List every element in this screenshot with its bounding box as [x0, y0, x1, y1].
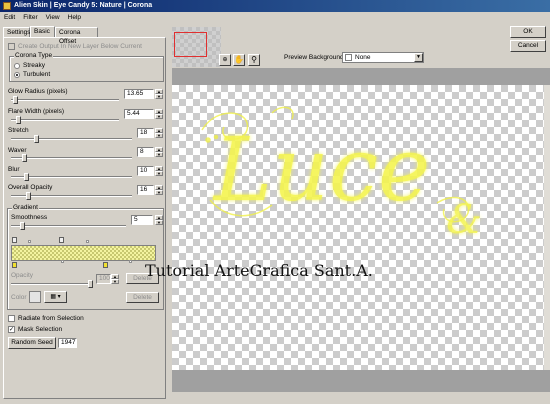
stretch-thumb[interactable]	[34, 135, 39, 143]
delete-button-2[interactable]: Delete	[126, 292, 159, 303]
navigator-view-box[interactable]	[174, 32, 207, 57]
gradient-label: Gradient	[12, 204, 39, 211]
zoom-tool-icon[interactable]: ⊕	[219, 54, 231, 66]
gradient-stop-top-2[interactable]	[59, 237, 64, 243]
gradient-opacity-field[interactable]: 100	[96, 274, 111, 284]
streaky-label: Streaky	[23, 62, 46, 69]
overall-opacity-field[interactable]: 16	[137, 185, 154, 195]
glow-radius-slider[interactable]	[11, 99, 119, 101]
ok-button[interactable]: OK	[510, 26, 546, 38]
gradient-stop-top-1[interactable]	[12, 237, 17, 243]
corona-artwork: Luce &	[201, 106, 482, 243]
cancel-button[interactable]: Cancel	[510, 40, 546, 52]
tab-settings[interactable]: Settings	[3, 27, 31, 37]
tab-basic[interactable]: Basic	[30, 26, 55, 37]
glow-radius-label: Glow Radius (pixels)	[8, 88, 68, 95]
window-title: Alien Skin | Eye Candy 5: Nature | Coron…	[14, 2, 153, 9]
stretch-spinner[interactable]: ▲ ▼	[155, 128, 163, 138]
flare-width-field[interactable]: 5.44	[124, 109, 154, 119]
mask-selection-checkbox[interactable]: ✓	[8, 326, 15, 333]
glow-radius-thumb[interactable]	[13, 96, 18, 104]
vertical-scrollbar[interactable]	[544, 85, 550, 370]
smoothness-slider[interactable]	[11, 225, 126, 227]
waver-label: Waver	[8, 147, 27, 154]
gradient-midpoint-top-1[interactable]	[28, 240, 31, 243]
background-swatch-icon	[345, 54, 352, 61]
stretch-field[interactable]: 18	[137, 128, 154, 138]
blur-field[interactable]: 10	[137, 166, 154, 176]
preview-background-dropdown[interactable]: None ▼	[342, 52, 424, 63]
magnifier-icon[interactable]: ⚲	[248, 54, 260, 66]
app-icon	[3, 2, 11, 10]
gradient-midpoint-top-2[interactable]	[86, 240, 89, 243]
turbulent-radio[interactable]	[14, 72, 20, 78]
horizontal-scrollbar[interactable]	[172, 392, 550, 404]
gradient-opacity-thumb[interactable]	[88, 280, 93, 288]
glow-radius-field[interactable]: 13.65	[124, 89, 154, 99]
blur-thumb[interactable]	[24, 173, 29, 181]
overall-opacity-thumb[interactable]	[26, 192, 31, 200]
streaky-radio[interactable]	[14, 63, 20, 69]
stretch-slider[interactable]	[11, 138, 132, 140]
overall-opacity-label: Overall Opacity	[8, 184, 53, 191]
waver-thumb[interactable]	[22, 154, 27, 162]
title-bar: Alien Skin | Eye Candy 5: Nature | Coron…	[0, 0, 550, 12]
gradient-opacity-label: Opacity	[11, 272, 34, 279]
luce-text: Luce	[212, 118, 430, 221]
smoothness-thumb[interactable]	[20, 222, 25, 230]
gradient-stop-bottom-2[interactable]	[103, 262, 108, 268]
smoothness-field[interactable]: 5	[131, 215, 153, 225]
glow-radius-spinner[interactable]: ▲ ▼	[155, 89, 163, 99]
gradient-midpoint-bottom-2[interactable]	[129, 260, 132, 263]
chevron-down-icon: ▼	[414, 53, 423, 62]
flare-width-thumb[interactable]	[16, 116, 21, 124]
random-seed-field[interactable]: 1947	[58, 338, 77, 348]
mask-selection-label: Mask Selection	[18, 326, 63, 333]
blur-label: Blur	[8, 166, 20, 173]
color-picker-button[interactable]: ▦ ▾	[44, 291, 67, 303]
corona-type-group: Corona Type	[9, 52, 164, 82]
flare-width-slider[interactable]	[11, 119, 119, 121]
preview-canvas[interactable]: Luce &	[172, 85, 544, 370]
hand-tool-icon[interactable]: ✋	[233, 54, 245, 66]
color-swatch[interactable]	[29, 291, 41, 303]
gradient-midpoint-bottom-1[interactable]	[61, 260, 64, 263]
flare-width-label: Flare Width (pixels)	[8, 108, 64, 115]
radiate-checkbox[interactable]	[8, 315, 15, 322]
menu-bar: Edit Filter View Help	[0, 12, 550, 23]
smoothness-label: Smoothness	[11, 214, 48, 221]
preview-background-label: Preview Background:	[284, 54, 346, 61]
create-output-label: Create Output In New Layer Below Current	[18, 43, 142, 50]
stretch-label: Stretch	[8, 127, 29, 134]
overall-opacity-spinner[interactable]: ▲ ▼	[155, 185, 163, 195]
watermark-text: Tutorial ArteGrafica Sant.A.	[145, 261, 373, 280]
flare-width-spinner[interactable]: ▲ ▼	[155, 109, 163, 119]
tab-corona-offset[interactable]: Corona Offset	[55, 27, 98, 45]
ampersand-text: &	[446, 197, 482, 243]
gradient-opacity-spinner[interactable]: ▲ ▼	[111, 274, 119, 284]
create-output-checkbox[interactable]	[8, 43, 15, 50]
menu-filter[interactable]: Filter	[19, 12, 41, 23]
gradient-preview-bar[interactable]	[11, 245, 156, 261]
preview-background-value: None	[355, 54, 371, 61]
menu-edit[interactable]: Edit	[0, 12, 19, 23]
smoothness-spinner[interactable]: ▲ ▼	[155, 215, 163, 225]
waver-spinner[interactable]: ▲ ▼	[155, 147, 163, 157]
random-seed-button[interactable]: Random Seed	[8, 337, 56, 349]
menu-view[interactable]: View	[42, 12, 64, 23]
radiate-label: Radiate from Selection	[18, 315, 84, 322]
waver-slider[interactable]	[11, 157, 132, 159]
waver-field[interactable]: 8	[137, 147, 154, 157]
color-label: Color	[11, 294, 27, 301]
gradient-opacity-slider[interactable]	[11, 283, 91, 285]
corona-type-label: Corona Type	[14, 52, 54, 59]
turbulent-label: Turbulent	[23, 71, 51, 78]
blur-spinner[interactable]: ▲ ▼	[155, 166, 163, 176]
menu-help[interactable]: Help	[64, 12, 85, 23]
gradient-stop-bottom-1[interactable]	[12, 262, 17, 268]
blur-slider[interactable]	[11, 176, 132, 178]
